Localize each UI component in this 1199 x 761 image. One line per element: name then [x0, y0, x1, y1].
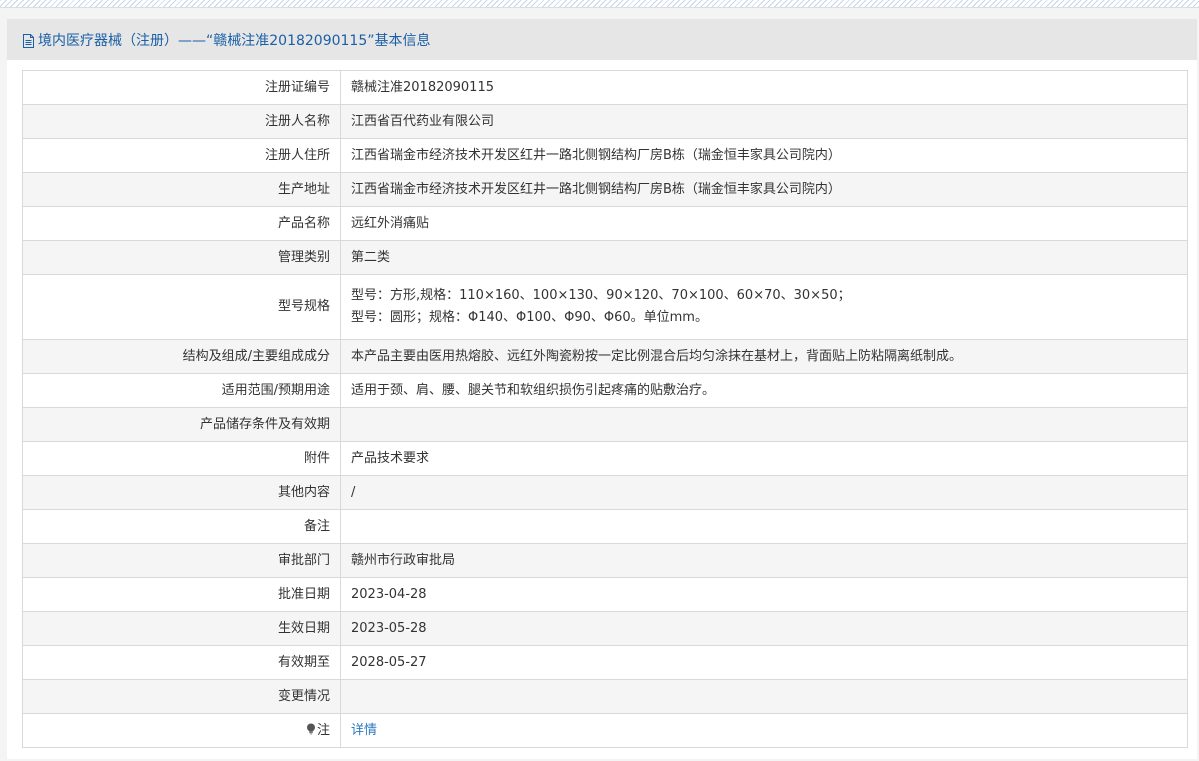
spec-line: 型号：方形,规格：110×160、100×130、90×120、70×100、6… — [351, 288, 851, 303]
page-title: 境内医疗器械（注册）——“赣械注准20182090115”基本信息 — [38, 32, 431, 49]
lightbulb-icon — [306, 723, 315, 734]
row-label: 审批部门 — [22, 543, 341, 578]
row-value — [340, 407, 1188, 442]
table-row: 生产地址 江西省瑞金市经济技术开发区红井一路北侧钢结构厂房B栋（瑞金恒丰家具公司… — [22, 172, 1188, 207]
table-row: 注册人名称 江西省百代药业有限公司 — [22, 104, 1188, 139]
row-label: 注册人住所 — [22, 138, 341, 173]
info-table: 注册证编号 赣械注准20182090115 注册人名称 江西省百代药业有限公司 … — [22, 70, 1188, 748]
row-label: 附件 — [22, 441, 341, 476]
table-row: 产品名称 远红外消痛贴 — [22, 206, 1188, 241]
table-row: 生效日期 2023-05-28 — [22, 611, 1188, 646]
table-row: 附件 产品技术要求 — [22, 441, 1188, 476]
table-row: 变更情况 — [22, 679, 1188, 714]
row-label: 注册证编号 — [22, 70, 341, 105]
row-label: 管理类别 — [22, 240, 341, 275]
row-value: 江西省瑞金市经济技术开发区红井一路北侧钢结构厂房B栋（瑞金恒丰家具公司院内） — [340, 172, 1188, 207]
row-label: 结构及组成/主要组成成分 — [22, 339, 341, 374]
spec-line: 型号：圆形；规格：Φ140、Φ100、Φ90、Φ60。单位mm。 — [351, 310, 708, 325]
row-value: 适用于颈、肩、腰、腿关节和软组织损伤引起疼痛的贴敷治疗。 — [340, 373, 1188, 408]
table-row: 有效期至 2028-05-27 — [22, 645, 1188, 680]
row-label: 型号规格 — [22, 274, 341, 340]
row-label: 注册人名称 — [22, 104, 341, 139]
row-value: 本产品主要由医用热熔胶、远红外陶瓷粉按一定比例混合后均匀涂抹在基材上，背面贴上防… — [340, 339, 1188, 374]
table-row: 适用范围/预期用途 适用于颈、肩、腰、腿关节和软组织损伤引起疼痛的贴敷治疗。 — [22, 373, 1188, 408]
row-value: 远红外消痛贴 — [340, 206, 1188, 241]
row-value: 2023-04-28 — [340, 577, 1188, 612]
row-label: 生产地址 — [22, 172, 341, 207]
info-table-wrapper: 注册证编号 赣械注准20182090115 注册人名称 江西省百代药业有限公司 … — [22, 70, 1188, 748]
info-panel: 境内医疗器械（注册）——“赣械注准20182090115”基本信息 注册证编号 … — [7, 19, 1197, 759]
row-label: 生效日期 — [22, 611, 341, 646]
row-value: / — [340, 475, 1188, 510]
details-link[interactable]: 详情 — [351, 723, 377, 738]
row-label: 注 — [316, 722, 330, 738]
table-row: 注 详情 — [22, 713, 1188, 748]
row-label: 产品储存条件及有效期 — [22, 407, 341, 442]
row-value: 产品技术要求 — [340, 441, 1188, 476]
row-label: 批准日期 — [22, 577, 341, 612]
panel-header: 境内医疗器械（注册）——“赣械注准20182090115”基本信息 — [7, 19, 1197, 60]
row-value: 江西省瑞金市经济技术开发区红井一路北侧钢结构厂房B栋（瑞金恒丰家具公司院内） — [340, 138, 1188, 173]
row-label: 产品名称 — [22, 206, 341, 241]
row-value: 赣州市行政审批局 — [340, 543, 1188, 578]
table-row: 产品储存条件及有效期 — [22, 407, 1188, 442]
row-label: 有效期至 — [22, 645, 341, 680]
row-value: 2028-05-27 — [340, 645, 1188, 680]
table-row: 审批部门 赣州市行政审批局 — [22, 543, 1188, 578]
document-icon — [23, 33, 34, 48]
table-row: 注册人住所 江西省瑞金市经济技术开发区红井一路北侧钢结构厂房B栋（瑞金恒丰家具公… — [22, 138, 1188, 173]
row-value — [340, 509, 1188, 544]
row-value: 2023-05-28 — [340, 611, 1188, 646]
table-row: 其他内容 / — [22, 475, 1188, 510]
table-row: 管理类别 第二类 — [22, 240, 1188, 275]
table-row: 注册证编号 赣械注准20182090115 — [22, 70, 1188, 105]
row-value — [340, 679, 1188, 714]
table-row: 备注 — [22, 509, 1188, 544]
row-value: 江西省百代药业有限公司 — [340, 104, 1188, 139]
row-label: 其他内容 — [22, 475, 341, 510]
note-label-cell: 注 — [22, 713, 341, 748]
top-decorative-stripe — [0, 0, 1199, 8]
row-value: 型号：方形,规格：110×160、100×130、90×120、70×100、6… — [340, 274, 1188, 340]
table-row: 批准日期 2023-04-28 — [22, 577, 1188, 612]
row-value: 赣械注准20182090115 — [340, 70, 1188, 105]
table-row: 型号规格 型号：方形,规格：110×160、100×130、90×120、70×… — [22, 274, 1188, 340]
row-label: 备注 — [22, 509, 341, 544]
row-label: 变更情况 — [22, 679, 341, 714]
row-label: 适用范围/预期用途 — [22, 373, 341, 408]
table-row: 结构及组成/主要组成成分 本产品主要由医用热熔胶、远红外陶瓷粉按一定比例混合后均… — [22, 339, 1188, 374]
row-value: 详情 — [340, 713, 1188, 748]
row-value: 第二类 — [340, 240, 1188, 275]
